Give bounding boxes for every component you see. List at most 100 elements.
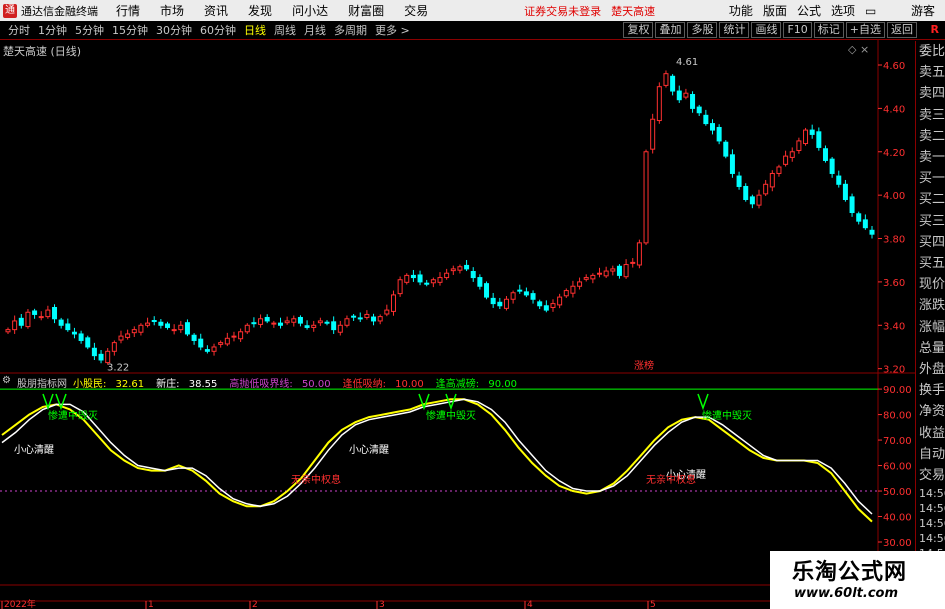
period-more[interactable]: 更多 > — [375, 22, 410, 38]
panel-r-logo[interactable]: R — [931, 23, 939, 36]
period-monthly[interactable]: 月线 — [304, 22, 326, 38]
candle-body — [636, 242, 642, 266]
indicator-tick-label: 80.00 — [883, 411, 912, 422]
draw-line-button[interactable]: 画线 — [751, 22, 782, 38]
quote-panel-item[interactable]: 换手 — [916, 380, 945, 401]
indicator-settings-icon[interactable]: ⚙ — [2, 375, 11, 390]
quote-panel-item[interactable]: 现价 — [916, 274, 945, 295]
quote-panel-item[interactable]: 自动 — [916, 444, 945, 465]
candle-body — [690, 94, 696, 109]
chart-area[interactable]: 4.61 3.22 涨榜 4.60 4.40 4.20 4.00 3.80 3.60 3.40 3… — [0, 40, 915, 609]
candle-body — [45, 309, 51, 318]
quote-panel-item[interactable]: 14:56 — [916, 531, 945, 546]
menu-item-zixun[interactable]: 资讯 — [204, 2, 228, 19]
candle-body — [25, 311, 31, 328]
add-watchlist-button[interactable]: +自选 — [845, 22, 885, 38]
quote-panel-item[interactable]: 14:56 — [916, 486, 945, 501]
period-weekly[interactable]: 周线 — [274, 22, 296, 38]
quote-panel-item[interactable]: 卖二 — [916, 126, 945, 147]
quote-panel-item[interactable]: 买二 — [916, 189, 945, 210]
period-1min[interactable]: 1分钟 — [38, 22, 67, 38]
overlay-button[interactable]: 叠加 — [655, 22, 686, 38]
candle-body — [78, 333, 84, 341]
quote-panel-item[interactable]: 买五 — [916, 253, 945, 274]
candlestick-series: 4.61 3.22 涨榜 — [5, 57, 875, 373]
candle-body — [663, 73, 669, 86]
menu-item-wenxiaoda[interactable]: 问小达 — [292, 2, 328, 19]
candle-body — [490, 297, 496, 305]
panel-control-icons[interactable]: ◇ × — [848, 43, 869, 56]
candle-body — [763, 183, 769, 195]
menu-item-gongshi[interactable]: 公式 — [797, 2, 821, 19]
quote-panel-item[interactable]: 卖三 — [916, 105, 945, 126]
indicator-name[interactable]: 股朋指标网 — [17, 375, 67, 390]
quote-panel-item[interactable]: 卖一 — [916, 147, 945, 168]
date-tick-label: 2 — [252, 600, 258, 609]
quote-panel-item[interactable]: 净资 — [916, 401, 945, 422]
quote-panel-item[interactable]: 交易 — [916, 465, 945, 486]
menu-item-shichang[interactable]: 市场 — [160, 2, 184, 19]
multi-stock-button[interactable]: 多股 — [687, 22, 718, 38]
candle-body — [317, 320, 323, 324]
quote-panel-item[interactable]: 收益 — [916, 423, 945, 444]
menu-item-jiaoyi[interactable]: 交易 — [404, 2, 428, 19]
period-60min[interactable]: 60分钟 — [200, 22, 236, 38]
quote-panel-item[interactable]: 买一 — [916, 168, 945, 189]
quote-panel-item[interactable]: 14:56 — [916, 501, 945, 516]
quote-panel-item[interactable]: 14:56 — [916, 516, 945, 531]
candle-body — [484, 283, 490, 298]
candle-body — [616, 265, 622, 276]
menu-toggle-icon[interactable]: ▭ — [865, 4, 876, 18]
period-daily[interactable]: 日线 — [244, 22, 266, 38]
candle-body — [430, 279, 436, 284]
quote-panel-item[interactable]: 委比 — [916, 41, 945, 62]
price-tick-label: 3.20 — [883, 365, 905, 376]
candle-body — [862, 219, 868, 229]
menu-item-banmian[interactable]: 版面 — [763, 2, 787, 19]
candle-body — [371, 316, 377, 322]
date-tick-label: 4 — [527, 600, 533, 609]
menu-item-xuanxiang[interactable]: 选项 — [831, 2, 855, 19]
menu-item-caifuquan[interactable]: 财富圈 — [348, 2, 384, 19]
quote-panel-item[interactable]: 卖四 — [916, 83, 945, 104]
quote-panel-item[interactable]: 总量 — [916, 338, 945, 359]
fuquan-button[interactable]: 复权 — [623, 22, 654, 38]
candle-body — [38, 316, 44, 319]
price-tick-label: 4.00 — [883, 191, 905, 202]
candle-body — [85, 337, 91, 348]
period-multi[interactable]: 多周期 — [334, 22, 367, 38]
candle-body — [32, 310, 38, 315]
trade-login-warning[interactable]: 证券交易未登录 — [524, 3, 601, 19]
candle-body — [238, 331, 244, 340]
menu-item-faxian[interactable]: 发现 — [248, 2, 272, 19]
quote-panel-item[interactable]: 买三 — [916, 211, 945, 232]
menu-item-hangqing[interactable]: 行情 — [116, 2, 140, 19]
quote-panel-item[interactable]: 外盘 — [916, 359, 945, 380]
careful-annotation: 小心清醒 — [14, 443, 54, 456]
candle-body — [869, 229, 875, 235]
app-logo-icon: 通 — [3, 3, 17, 18]
brand-watermark: 乐淘公式网 www.60lt.com — [770, 551, 945, 609]
guest-label[interactable]: 游客 — [911, 2, 935, 19]
period-5min[interactable]: 5分钟 — [75, 22, 104, 38]
candle-body — [171, 329, 177, 332]
stats-button[interactable]: 统计 — [719, 22, 750, 38]
quote-panel-item[interactable]: 涨幅 — [916, 317, 945, 338]
period-fenshi[interactable]: 分时 — [8, 22, 30, 38]
indicator-tick-label: 40.00 — [883, 513, 912, 524]
quote-panel-item[interactable]: 涨跌 — [916, 295, 945, 316]
f10-button[interactable]: F10 — [783, 22, 812, 38]
back-button[interactable]: 返回 — [887, 22, 917, 38]
period-30min[interactable]: 30分钟 — [156, 22, 192, 38]
menu-item-gongneng[interactable]: 功能 — [729, 2, 753, 19]
quote-panel-item[interactable]: 买四 — [916, 232, 945, 253]
mark-button[interactable]: 标记 — [813, 22, 844, 38]
price-axis: 4.60 4.40 4.20 4.00 3.80 3.60 3.40 3.20 — [878, 61, 905, 376]
date-tick-label: 5 — [650, 600, 656, 609]
quote-panel-item[interactable]: 卖五 — [916, 62, 945, 83]
candle-body — [297, 316, 303, 324]
candle-body — [749, 196, 755, 205]
low-price-label: 3.22 — [107, 362, 129, 373]
candle-body — [603, 270, 609, 277]
period-15min[interactable]: 15分钟 — [112, 22, 148, 38]
